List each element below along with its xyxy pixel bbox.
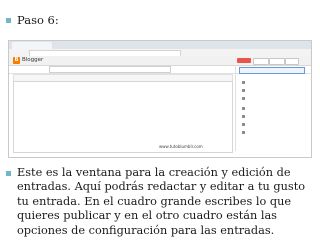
post-editor-area bbox=[13, 81, 233, 153]
settings-row bbox=[242, 79, 247, 84]
settings-row bbox=[242, 129, 247, 134]
post-title-field bbox=[49, 66, 171, 73]
blogger-editor-screenshot: B Blogger www.tutoblumblr.com bbox=[8, 40, 312, 158]
description-paragraph: Este es la ventana para la creación y ed… bbox=[17, 166, 306, 237]
blogger-logo-icon: B bbox=[13, 57, 20, 64]
settings-row bbox=[242, 121, 247, 126]
preview-button bbox=[269, 58, 285, 65]
settings-panel-header bbox=[239, 67, 305, 74]
settings-row bbox=[242, 95, 247, 100]
bullet-step bbox=[6, 18, 11, 23]
tutorial-watermark: www.tutoblumblr.com bbox=[159, 144, 203, 149]
publish-button bbox=[237, 58, 251, 63]
save-button bbox=[253, 58, 269, 65]
browser-tab bbox=[12, 42, 52, 49]
bullet-paragraph bbox=[6, 171, 11, 176]
settings-row bbox=[242, 105, 247, 110]
close-button bbox=[285, 58, 299, 65]
settings-row bbox=[242, 87, 247, 92]
blogger-app-name: Blogger bbox=[22, 57, 44, 63]
settings-row bbox=[242, 113, 247, 118]
post-settings-panel bbox=[235, 65, 310, 151]
step-title: Paso 6: bbox=[17, 13, 59, 27]
